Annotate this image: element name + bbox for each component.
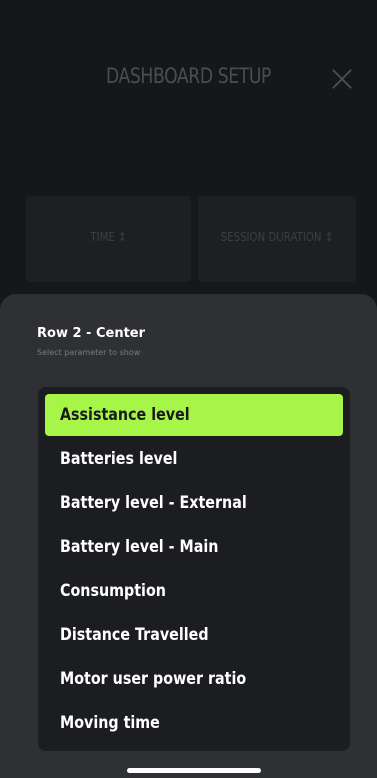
parameter-list[interactable]: Assistance level Batteries level Battery… [38, 387, 350, 751]
tile-label: TIME ↕ [90, 230, 127, 244]
sheet-title: Row 2 - Center [37, 326, 146, 341]
option-moving-time[interactable]: Moving time [45, 702, 343, 744]
option-battery-level-external[interactable]: Battery level - External [45, 482, 343, 524]
option-label: Distance Travelled [60, 625, 209, 645]
parameter-bottom-sheet: Row 2 - Center Select parameter to show … [0, 294, 377, 778]
option-distance-travelled[interactable]: Distance Travelled [45, 614, 343, 656]
option-motor-user-power-ratio[interactable]: Motor user power ratio [45, 658, 343, 700]
sheet-subtitle: Select parameter to show [37, 348, 141, 357]
option-label: Assistance level [60, 405, 190, 425]
dashboard-setup-screen: DASHBOARD SETUP TIME ↕ SESSION DURATION … [0, 0, 377, 778]
option-label: Motor user power ratio [60, 669, 247, 689]
dashboard-tile-time[interactable]: TIME ↕ [26, 196, 191, 282]
option-consumption[interactable]: Consumption [45, 570, 343, 612]
dashboard-tile-session-duration[interactable]: SESSION DURATION ↕ [198, 196, 356, 282]
option-label: Battery level - Main [60, 537, 219, 557]
close-icon[interactable] [331, 68, 353, 90]
page-title: DASHBOARD SETUP [105, 64, 272, 88]
option-label: Battery level - External [60, 493, 247, 513]
option-battery-level-main[interactable]: Battery level - Main [45, 526, 343, 568]
home-indicator[interactable] [127, 768, 261, 773]
option-label: Moving time [60, 713, 160, 733]
option-label: Batteries level [60, 449, 178, 469]
option-assistance-level[interactable]: Assistance level [45, 394, 343, 436]
tile-label: SESSION DURATION ↕ [220, 230, 334, 244]
option-label: Consumption [60, 581, 166, 601]
option-batteries-level[interactable]: Batteries level [45, 438, 343, 480]
